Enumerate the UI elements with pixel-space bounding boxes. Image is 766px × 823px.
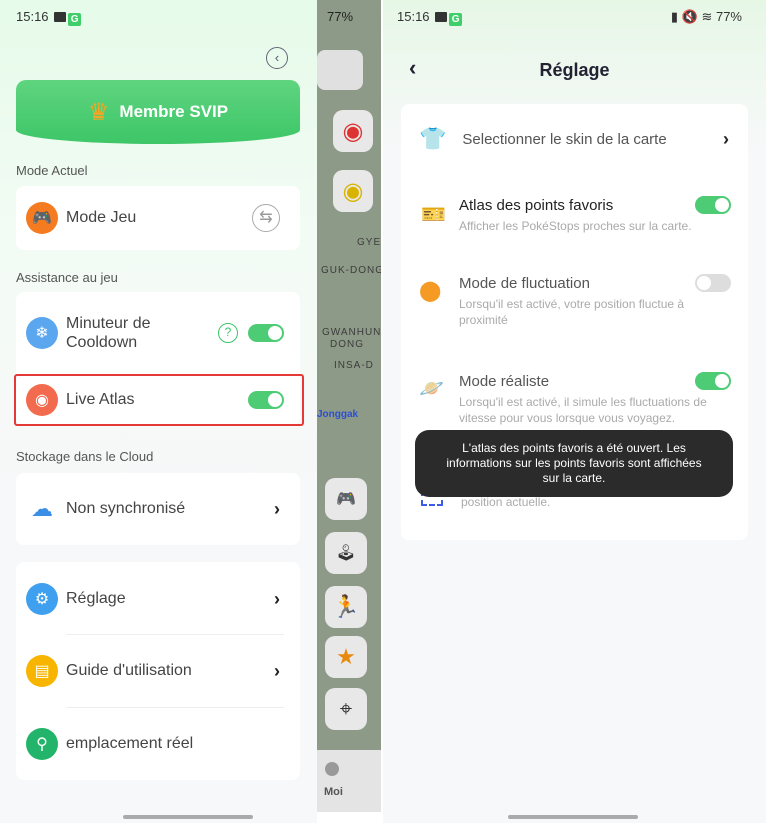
menu-item-real-location[interactable]: ⚲ emplacement réel: [26, 728, 290, 760]
home-indicator: [123, 815, 253, 819]
realistic-toggle[interactable]: [695, 372, 731, 390]
section-assist: Assistance au jeu: [16, 270, 118, 285]
switch-mode-icon[interactable]: ⇆: [252, 204, 280, 232]
toast-message: L'atlas des points favoris a été ouvert.…: [415, 430, 733, 497]
skin-row[interactable]: 👕 Selectionner le skin de la carte ›: [419, 126, 729, 152]
collapse-button[interactable]: ‹: [266, 47, 288, 69]
walk-button[interactable]: 🏃: [325, 586, 367, 628]
cloud-label: Non synchronisé: [66, 500, 186, 517]
status-time: 15:16: [397, 9, 430, 24]
setting-fluctuation: ⬤ Mode de fluctuation Lorsqu'il est acti…: [419, 274, 731, 328]
section-cloud: Stockage dans le Cloud: [16, 449, 154, 464]
skin-label: Selectionner le skin de la carte: [462, 130, 667, 148]
pulse-pin-icon: ⬤: [419, 280, 442, 302]
highlight-box: [14, 374, 304, 426]
map-search-box[interactable]: [317, 50, 363, 90]
status-battery: 77%: [327, 9, 354, 24]
user-icon: [325, 762, 339, 776]
home-indicator: [508, 815, 638, 819]
setting-title: Mode de fluctuation: [459, 274, 590, 292]
menu-item-reglage[interactable]: ⚙ Réglage ›: [26, 583, 290, 615]
battery-text: 77%: [715, 9, 742, 24]
setting-desc: Afficher les PokéStops proches sur la ca…: [459, 219, 692, 233]
cloud-card[interactable]: ☁ Non synchronisé ›: [16, 473, 300, 545]
menu-label: Guide d'utilisation: [66, 662, 192, 679]
svip-label: Membre SVIP: [119, 102, 229, 121]
setting-desc: Lorsqu'il est activé, il simule les fluc…: [459, 395, 707, 425]
chevron-right-icon: ›: [274, 660, 280, 681]
tab-moi[interactable]: Moi: [317, 750, 381, 812]
status-battery: ▮ 🔇 ≋ 77%: [670, 9, 742, 24]
image-icon: [435, 12, 448, 22]
mode-card[interactable]: 🎮 Mode Jeu ⇆: [16, 186, 300, 250]
fluctuation-toggle[interactable]: [695, 274, 731, 292]
menu-label: Réglage: [66, 590, 126, 607]
map-label: DONG: [330, 339, 364, 350]
side-drawer: 15:16 G ‹ ♛ Membre SVIP Mode Actuel 🎮 Mo…: [0, 0, 317, 823]
crown-icon: ♛: [87, 98, 110, 126]
setting-realistic: 🪐 Mode réaliste Lorsqu'il est activé, il…: [419, 372, 731, 426]
menu-label: emplacement réel: [66, 735, 194, 752]
mode-label: Mode Jeu: [66, 209, 137, 226]
page-title: Réglage: [539, 60, 610, 80]
pokeball-yellow-button[interactable]: ◉: [333, 170, 373, 212]
pokeball-red-button[interactable]: ◉: [333, 110, 373, 152]
chevron-right-icon: ›: [274, 498, 280, 519]
menu-item-guide[interactable]: ▤ Guide d'utilisation ›: [26, 655, 290, 687]
atlas-toggle[interactable]: [695, 196, 731, 214]
cooldown-label: Minuteur de Cooldown: [66, 315, 151, 351]
settings-screen: 15:16 G ▮ 🔇 ≋ 77% ‹ Réglage 👕 Selectionn…: [383, 0, 766, 823]
map-label: INSA-D: [334, 360, 374, 371]
setting-desc: Lorsqu'il est activé, votre position flu…: [459, 297, 685, 327]
map-label: Jonggak: [317, 409, 359, 420]
joystick-button[interactable]: 🕹: [325, 532, 367, 574]
map-background: 77% ◉ ◉ GYE- GUK-DONG GWANHUN DONG INSA-…: [317, 0, 381, 812]
svip-banner[interactable]: ♛ Membre SVIP: [16, 80, 300, 144]
map-label: GUK-DONG: [321, 265, 381, 276]
cooldown-toggle[interactable]: [248, 324, 284, 342]
planet-icon: 🪐: [419, 378, 444, 400]
tab-label: Moi: [324, 786, 343, 798]
status-bar: 15:16 G: [16, 9, 82, 26]
app-icon: G: [449, 13, 463, 26]
setting-title: Atlas des points favoris: [459, 196, 614, 214]
setting-atlas: 🎫 Atlas des points favoris Afficher les …: [421, 196, 731, 234]
book-icon: ▤: [26, 655, 58, 687]
gear-icon: ⚙: [26, 583, 58, 615]
gamepad-icon: 🎮: [26, 202, 58, 234]
cloud-warning-icon: ☁: [31, 496, 53, 521]
star-badge-button[interactable]: ★: [325, 636, 367, 678]
snowflake-icon: ❄: [26, 317, 58, 349]
ticket-star-icon: 🎫: [421, 204, 446, 226]
status-bar: 15:16 G: [397, 9, 463, 26]
chevron-right-icon: ›: [274, 588, 280, 609]
chevron-right-icon: ›: [723, 128, 729, 149]
gamepad-button[interactable]: 🎮: [325, 478, 367, 520]
setting-title: Mode réaliste: [459, 372, 550, 390]
tshirt-icon: 👕: [419, 126, 447, 151]
locate-button[interactable]: ⌖: [325, 688, 367, 730]
map-label: GWANHUN: [322, 327, 381, 338]
help-icon[interactable]: ?: [218, 323, 238, 343]
divider: [66, 707, 284, 708]
location-pin-icon: ⚲: [26, 728, 58, 760]
section-mode: Mode Actuel: [16, 163, 88, 178]
menu-card: ⚙ Réglage › ▤ Guide d'utilisation › ⚲ em…: [16, 562, 300, 780]
image-icon: [54, 12, 67, 22]
app-icon: G: [68, 13, 82, 26]
status-time: 15:16: [16, 9, 49, 24]
divider: [66, 634, 284, 635]
map-label: GYE-: [357, 237, 381, 248]
